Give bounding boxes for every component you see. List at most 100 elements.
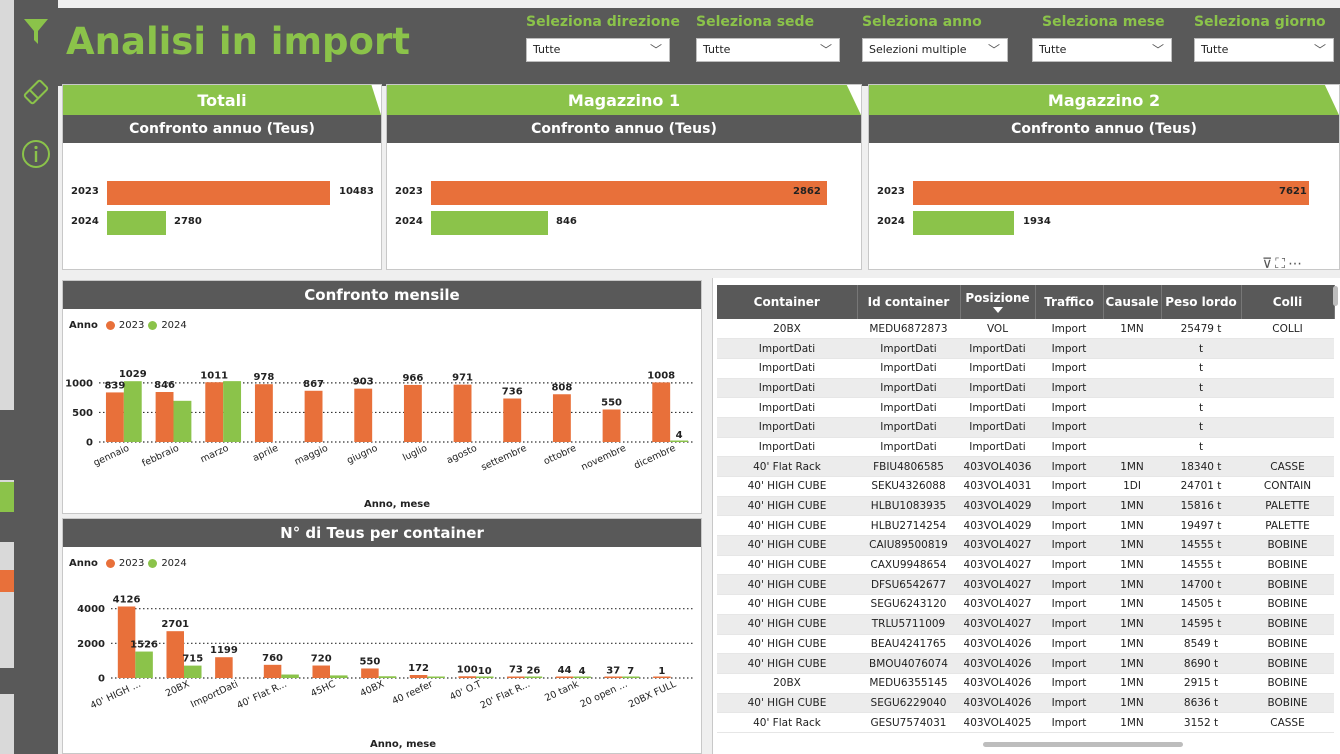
bar-2023[interactable]: [555, 676, 574, 679]
table-cell: ImportDati: [857, 417, 960, 438]
bar-2023[interactable]: [312, 665, 330, 678]
column-header[interactable]: Peso lordo: [1161, 285, 1242, 319]
table-row[interactable]: 40' Flat Rack FBIU4806585 403VOL4036 Import…: [717, 456, 1334, 477]
bar-2023[interactable]: [552, 394, 571, 442]
column-header[interactable]: Container: [717, 285, 858, 319]
bar-2024[interactable]: [330, 675, 348, 678]
bar-2023[interactable]: [602, 409, 621, 443]
table-cell: ImportDati: [960, 437, 1035, 458]
table-row[interactable]: ImportDati ImportDati ImportDati Import t: [717, 397, 1334, 418]
bar-2023[interactable]: [458, 676, 476, 678]
bar-2024[interactable]: [427, 676, 445, 679]
table-cell: 1DI: [1103, 476, 1161, 497]
sede-dropdown[interactable]: Tutte ﹀: [696, 38, 840, 62]
table-cell: Import: [1035, 712, 1103, 733]
bar-2024[interactable]: [223, 381, 242, 442]
table-row[interactable]: 40' HIGH CUBE TRLU5711009 403VOL4027 Import…: [717, 614, 1334, 635]
table-cell: 2915 t: [1161, 673, 1241, 694]
direzione-dropdown[interactable]: Tutte ﹀: [526, 38, 670, 62]
bar-2023[interactable]: [215, 657, 233, 678]
column-header[interactable]: Causale: [1103, 285, 1162, 319]
mese-dropdown[interactable]: Tutte ﹀: [1032, 38, 1172, 62]
kpi-row-2024: 2024 2780: [69, 211, 375, 235]
table-cell: Import: [1035, 515, 1103, 537]
bar-2024[interactable]: [173, 400, 192, 442]
bar-2023[interactable]: [304, 390, 323, 442]
kpi-bar-2023[interactable]: [431, 181, 827, 205]
vertical-scrollbar[interactable]: [1333, 286, 1338, 306]
eraser-icon[interactable]: [20, 76, 52, 108]
kpi-card-totali: Totali Confronto annuo (Teus) 2023 10483…: [62, 84, 382, 270]
kpi-year: 2024: [71, 216, 99, 227]
data-label: 26: [526, 666, 540, 677]
table-row[interactable]: 40' HIGH CUBE SEGU6243120 403VOL4027 Import…: [717, 594, 1334, 615]
column-header[interactable]: Id container: [857, 285, 961, 319]
slicer-label: Seleziona direzione: [526, 14, 680, 30]
table-row[interactable]: 40' HIGH CUBE SEGU6229040 403VOL4026 Import…: [717, 693, 1334, 714]
table-row[interactable]: 40' Flat Rack GESU7574031 403VOL4025 Import…: [717, 712, 1334, 733]
bar-2024[interactable]: [281, 674, 299, 678]
bar-2023[interactable]: [254, 384, 273, 442]
table-cell: 25479 t: [1161, 319, 1241, 340]
bar-2023[interactable]: [604, 676, 622, 679]
more-options-icon[interactable]: ⋯: [1288, 256, 1305, 272]
table-cell: 1MN: [1103, 634, 1161, 655]
filter-icon[interactable]: [20, 16, 52, 48]
table-row[interactable]: 20BX MEDU6872873 VOL Import 1MN 25479 t COLLI: [717, 319, 1334, 340]
x-tick-label: giugno: [345, 443, 379, 467]
table-row[interactable]: 40' HIGH CUBE HLBU2714254 403VOL4029 Import…: [717, 515, 1334, 537]
table-cell: 3152 t: [1161, 712, 1241, 733]
column-header[interactable]: Traffico: [1035, 285, 1104, 319]
bar-2024[interactable]: [135, 651, 153, 678]
kpi-row-2023: 2023 7621: [875, 181, 1333, 205]
horizontal-scrollbar[interactable]: [983, 742, 1183, 747]
filter-icon[interactable]: ⊽: [1262, 256, 1275, 272]
table-row[interactable]: ImportDati ImportDati ImportDati Import t: [717, 417, 1334, 438]
bar-2024[interactable]: [184, 665, 202, 678]
table-row[interactable]: 40' HIGH CUBE BMOU4076074 403VOL4026 Import…: [717, 653, 1334, 674]
kpi-bar-2024[interactable]: [107, 211, 166, 235]
focus-mode-icon[interactable]: ⛶: [1275, 256, 1288, 272]
bar-2023[interactable]: [205, 382, 224, 442]
giorno-dropdown[interactable]: Tutte ﹀: [1194, 38, 1334, 62]
sort-descending-icon[interactable]: [992, 307, 1003, 313]
table-row[interactable]: 40' HIGH CUBE CAIU89500819 403VOL4027 Impor…: [717, 535, 1334, 556]
table-row[interactable]: 40' HIGH CUBE HLBU1083935 403VOL4029 Import…: [717, 496, 1334, 517]
table-row[interactable]: 40' HIGH CUBE DFSU6542677 403VOL4027 Import…: [717, 574, 1334, 596]
bar-2023[interactable]: [403, 384, 422, 442]
bar-2023[interactable]: [507, 676, 525, 679]
kpi-bar-2024[interactable]: [913, 211, 1014, 235]
kpi-tab: Magazzino 1: [387, 85, 861, 115]
column-header[interactable]: Posizione: [960, 285, 1036, 319]
table-row[interactable]: 40' HIGH CUBE SEKU4326088 403VOL4031 Import…: [717, 476, 1334, 497]
table-row[interactable]: 20BX MEDU6355145 403VOL4026 Import 1MN 2915 t…: [717, 673, 1334, 694]
bar-2024[interactable]: [123, 381, 142, 442]
column-header[interactable]: Colli: [1241, 285, 1335, 319]
bar-2023[interactable]: [361, 668, 379, 678]
bar-2023[interactable]: [105, 392, 124, 442]
table-row[interactable]: ImportDati ImportDati ImportDati Import t: [717, 378, 1334, 399]
bar-2023[interactable]: [503, 398, 522, 442]
table-row[interactable]: ImportDati ImportDati ImportDati Import t: [717, 338, 1334, 359]
bar-2023[interactable]: [155, 392, 174, 442]
bar-2023[interactable]: [409, 675, 428, 678]
table-row[interactable]: 40' HIGH CUBE BEAU4241765 403VOL4026 Import…: [717, 634, 1334, 655]
anno-dropdown[interactable]: Selezioni multiple ﹀: [862, 38, 1008, 62]
kpi-bar-2023[interactable]: [107, 181, 330, 205]
kpi-bar-2024[interactable]: [431, 211, 548, 235]
bar-2023[interactable]: [453, 384, 472, 442]
bar-2024[interactable]: [524, 676, 543, 679]
info-icon[interactable]: [20, 138, 52, 170]
table-cell: FBIU4806585: [857, 456, 960, 477]
kpi-bar-2023[interactable]: [913, 181, 1309, 205]
table-row[interactable]: 40' HIGH CUBE CAXU9948654 403VOL4027 Import…: [717, 555, 1334, 576]
table-cell: 1MN: [1103, 693, 1161, 714]
x-tick-label: 20BX: [164, 679, 192, 700]
table-row[interactable]: ImportDati ImportDati ImportDati Import t: [717, 437, 1334, 458]
bar-2024[interactable]: [378, 676, 397, 678]
bar-2023[interactable]: [263, 664, 282, 678]
bar-2023[interactable]: [354, 388, 373, 442]
bar-2023[interactable]: [652, 382, 671, 442]
table-row[interactable]: ImportDati ImportDati ImportDati Import t: [717, 358, 1334, 379]
page-title: Analisi in import: [66, 20, 410, 63]
